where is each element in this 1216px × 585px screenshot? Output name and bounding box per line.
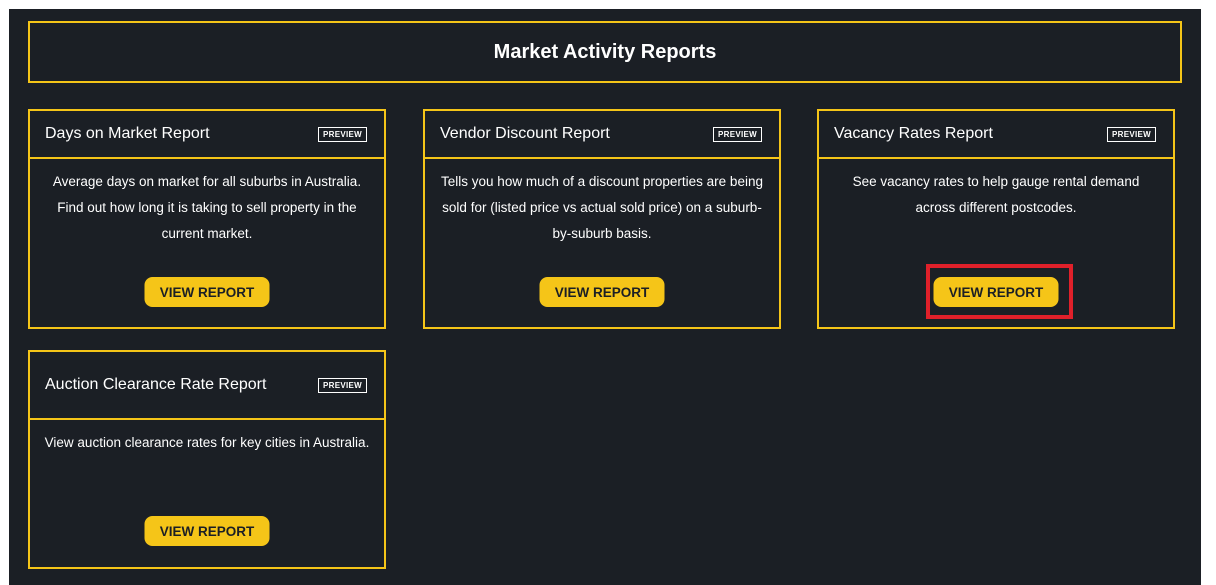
card-description: View auction clearance rates for key cit…	[44, 435, 370, 450]
preview-badge: PREVIEW	[713, 126, 762, 142]
card-title: Days on Market Report	[45, 125, 210, 142]
page-title: Market Activity Reports	[493, 40, 717, 63]
report-card-vacancy-rates: Vacancy Rates Report PREVIEW See vacancy…	[817, 109, 1175, 329]
card-header: Days on Market Report PREVIEW	[30, 111, 384, 159]
highlight-box	[926, 264, 1073, 319]
page-title-box: Market Activity Reports	[28, 21, 1182, 83]
report-card-vendor-discount: Vendor Discount Report PREVIEW Tells you…	[423, 109, 781, 329]
report-card-days-on-market: Days on Market Report PREVIEW Average da…	[28, 109, 386, 329]
preview-badge: PREVIEW	[318, 126, 367, 142]
reports-panel: Market Activity Reports Days on Market R…	[9, 9, 1201, 585]
card-description: See vacancy rates to help gauge rental d…	[852, 174, 1140, 215]
view-report-button[interactable]: VIEW REPORT	[144, 516, 270, 546]
card-header: Auction Clearance Rate Report PREVIEW	[30, 352, 384, 420]
view-report-button[interactable]: VIEW REPORT	[144, 277, 270, 307]
card-title: Vacancy Rates Report	[834, 125, 993, 142]
card-title: Auction Clearance Rate Report	[45, 376, 267, 393]
card-header: Vacancy Rates Report PREVIEW	[819, 111, 1173, 159]
card-description: Average days on market for all suburbs i…	[52, 174, 362, 241]
report-card-auction-clearance: Auction Clearance Rate Report PREVIEW Vi…	[28, 350, 386, 569]
preview-badge: PREVIEW	[1107, 126, 1156, 142]
card-description: Tells you how much of a discount propert…	[441, 174, 763, 241]
card-title: Vendor Discount Report	[440, 125, 610, 142]
preview-badge: PREVIEW	[318, 377, 367, 393]
card-header: Vendor Discount Report PREVIEW	[425, 111, 779, 159]
view-report-button[interactable]: VIEW REPORT	[539, 277, 665, 307]
